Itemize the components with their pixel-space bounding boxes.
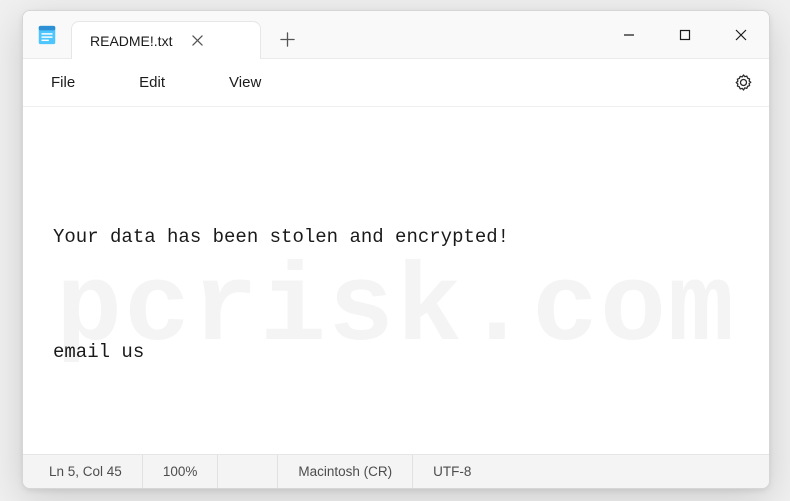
document-line-3: Dec24hepl@aol.com or Dec24hepl@cyberfear… (53, 453, 739, 454)
tab-title: README!.txt (90, 33, 172, 49)
close-window-button[interactable] (713, 11, 769, 58)
status-zoom[interactable]: 100% (143, 455, 219, 488)
tabstrip: README!.txt (71, 20, 601, 58)
menu-view[interactable]: View (211, 68, 279, 97)
window-controls (601, 11, 769, 58)
menu-file[interactable]: File (33, 68, 93, 97)
tab-readme[interactable]: README!.txt (71, 21, 261, 59)
plus-icon (280, 32, 295, 47)
status-spacer (218, 455, 278, 488)
close-icon (735, 29, 747, 41)
status-cursor-position: Ln 5, Col 45 (23, 455, 143, 488)
notepad-icon (36, 24, 58, 46)
watermark-text: pcrisk.com (23, 137, 769, 454)
maximize-icon (679, 29, 691, 41)
settings-button[interactable] (723, 63, 763, 103)
tab-close-button[interactable] (186, 30, 208, 52)
gear-icon (734, 73, 753, 92)
maximize-button[interactable] (657, 11, 713, 58)
titlebar: README!.txt (23, 11, 769, 59)
text-editor-area[interactable]: pcrisk.com Your data has been stolen and… (23, 107, 769, 454)
minimize-button[interactable] (601, 11, 657, 58)
minimize-icon (623, 29, 635, 41)
document-line-2: email us (53, 337, 739, 367)
status-encoding: UTF-8 (413, 455, 491, 488)
statusbar: Ln 5, Col 45 100% Macintosh (CR) UTF-8 (23, 454, 769, 488)
notepad-window: README!.txt File Edit View (22, 10, 770, 489)
menu-edit[interactable]: Edit (121, 68, 183, 97)
document-line-1: Your data has been stolen and encrypted! (53, 222, 739, 252)
close-icon (192, 35, 203, 46)
status-line-ending: Macintosh (CR) (278, 455, 413, 488)
new-tab-button[interactable] (267, 20, 307, 58)
app-icon (23, 24, 71, 46)
menubar: File Edit View (23, 59, 769, 107)
